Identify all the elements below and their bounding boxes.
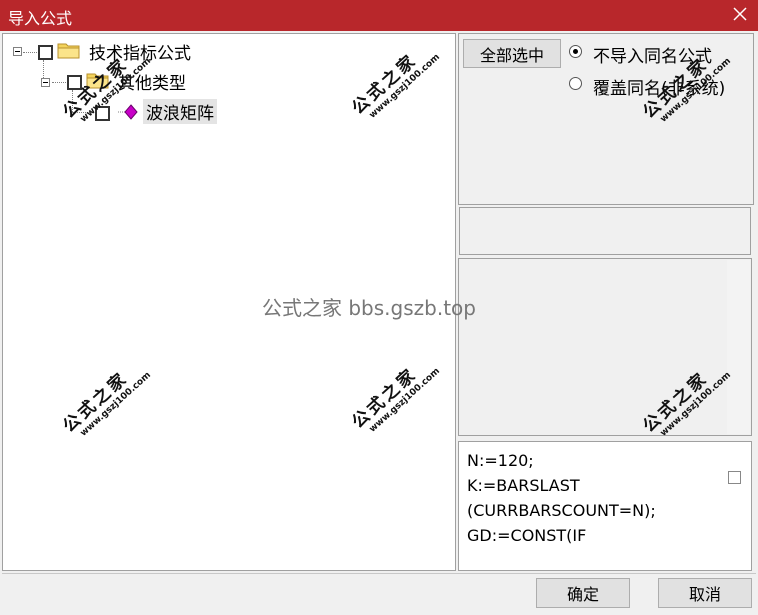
window-title: 导入公式 [8, 9, 73, 28]
code-line-2: K:=BARSLAST [467, 476, 580, 495]
tree-item-label[interactable]: 波浪矩阵 [143, 99, 217, 124]
info-scrollbar[interactable] [727, 260, 750, 434]
ok-button[interactable]: 确定 [536, 578, 630, 608]
code-preview[interactable]: N:=120; K:=BARSLAST (CURRBARSCOUNT=N); G… [458, 441, 752, 571]
root-checkbox[interactable] [38, 45, 53, 60]
tree-connector [52, 82, 66, 83]
code-line-3: (CURRBARSCOUNT=N); [467, 501, 656, 520]
root-expander[interactable] [13, 47, 22, 56]
description-field [459, 207, 751, 255]
folder-icon [57, 43, 80, 59]
info-panel [458, 258, 752, 436]
cancel-button[interactable]: 取消 [658, 578, 752, 608]
preview-checkbox[interactable] [728, 471, 741, 484]
title-bar: 导入公式 [0, 0, 758, 31]
close-icon[interactable] [730, 4, 750, 24]
bottom-bar [2, 573, 756, 614]
group-expander[interactable] [41, 78, 50, 87]
tree-connector [23, 52, 37, 53]
formula-diamond-icon [118, 104, 138, 120]
center-watermark: 公式之家 bbs.gszb.top [262, 296, 476, 320]
code-line-4: GD:=CONST(IF [467, 526, 587, 545]
code-line-1: N:=120; [467, 451, 534, 470]
